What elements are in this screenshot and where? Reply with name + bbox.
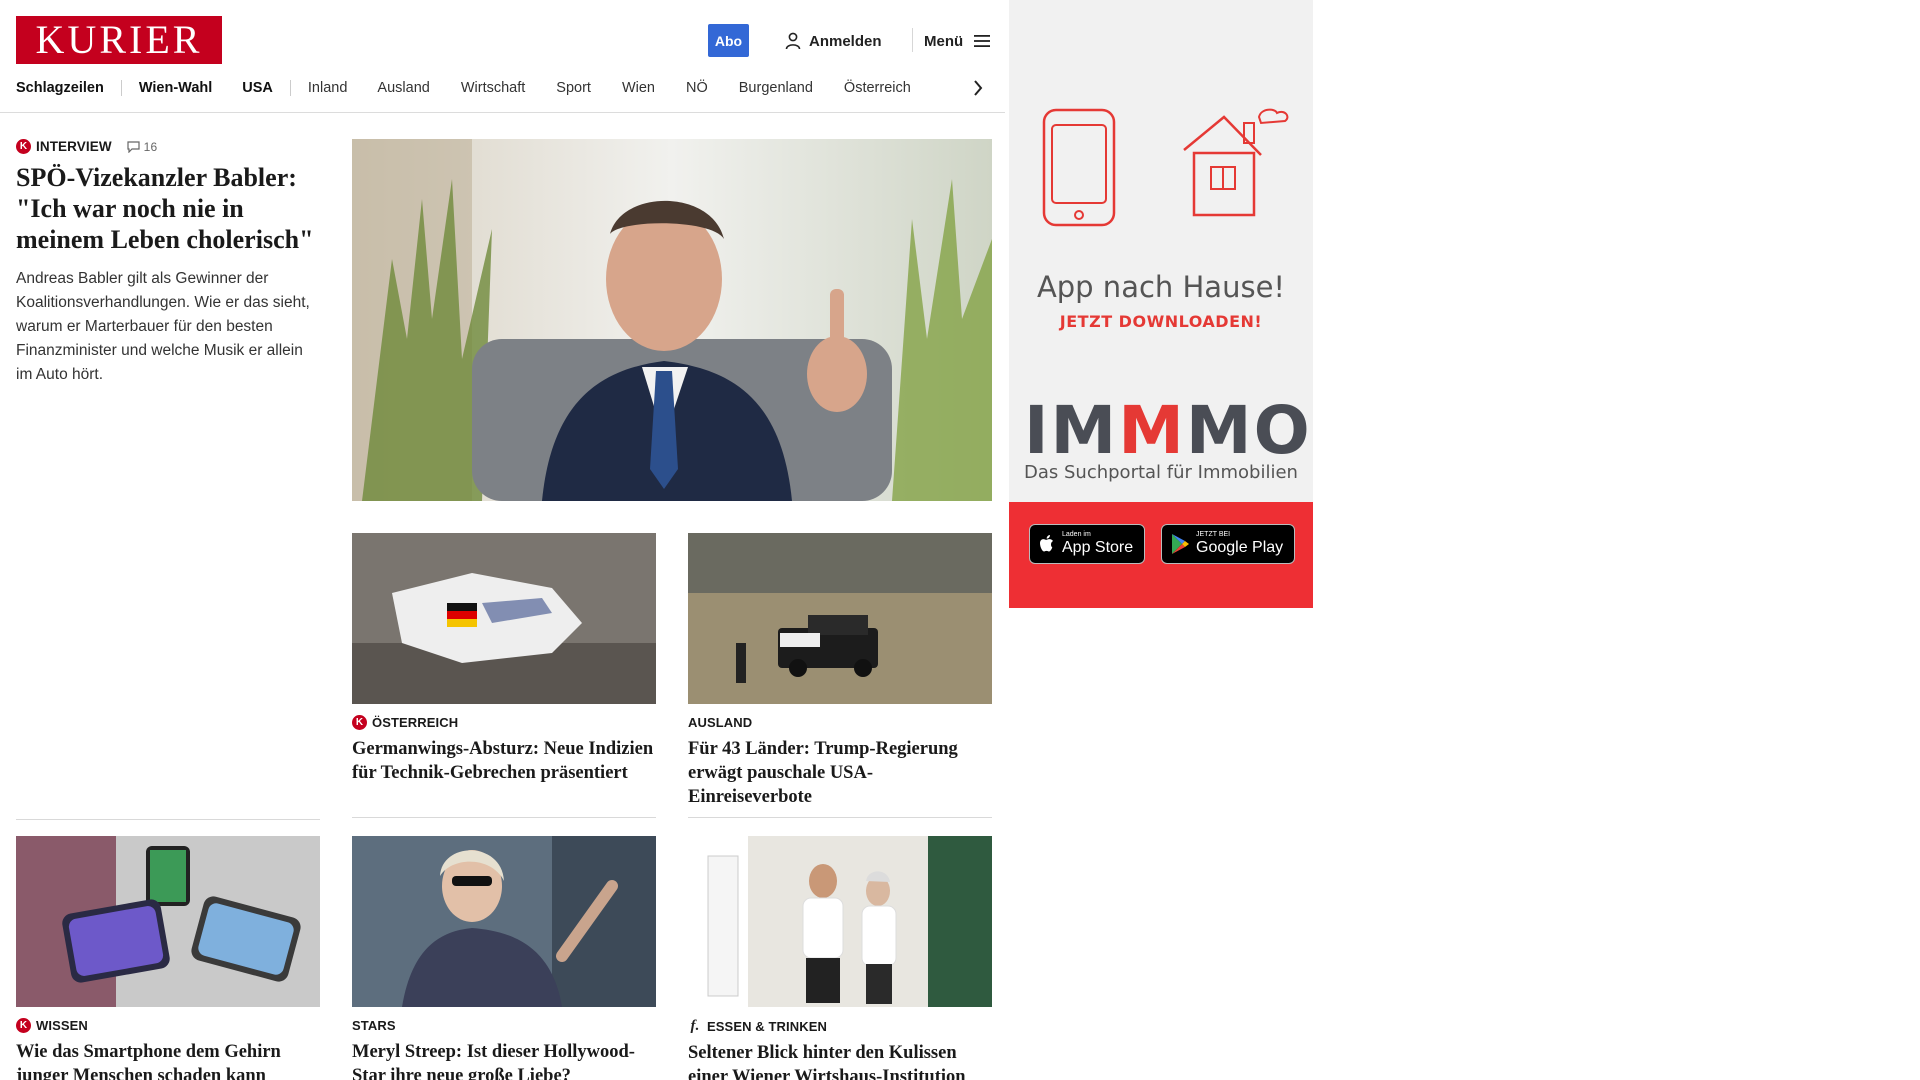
card-kicker-label: WISSEN [36,1018,88,1033]
menu-label: Menü [924,32,964,50]
article-image[interactable] [688,836,992,1007]
login-button[interactable]: Anmelden [785,30,882,52]
article-card[interactable]: K WISSEN Wie das Smartphone dem Gehirn j… [16,819,320,1080]
main-column: KURIER Abo Anmelden Menü Schlagzeilen Wi… [0,0,1005,1080]
card-headline[interactable]: Seltener Blick hinter den Kulissen einer… [688,1041,992,1080]
card-kicker: K ÖSTERREICH [352,715,656,730]
logo-part: MO [1185,392,1312,469]
lead-kicker-label: INTERVIEW [36,139,112,154]
nav-item-wien-wahl[interactable]: Wien-Wahl [139,80,212,96]
article-card[interactable]: AUSLAND Für 43 Länder: Trump-Regierung e… [688,533,992,818]
google-play-label: Google Play [1196,539,1284,556]
nav-divider [120,80,122,96]
card-kicker: f. ESSEN & TRINKEN [688,1018,992,1034]
nav-item-wien[interactable]: Wien [622,80,655,96]
phone-house-illustration [1042,108,1289,227]
ad-subtitle[interactable]: JETZT DOWNLOADEN! [1009,312,1313,331]
section-nav: Schlagzeilen Wien-Wahl USA Inland Auslan… [16,77,911,99]
comment-count-value: 16 [143,139,158,154]
card-kicker: K WISSEN [16,1018,320,1033]
login-label: Anmelden [809,32,882,50]
abo-button[interactable]: Abo [708,24,749,57]
immmo-ad[interactable]: App nach Hause! JETZT DOWNLOADEN! IMMMO … [1009,0,1313,608]
genuss-icon: f. [690,1017,700,1034]
card-headline[interactable]: Meryl Streep: Ist dieser Hollywood-Star … [352,1040,656,1080]
kurier-plus-icon: K [352,715,367,730]
card-divider [352,817,656,818]
lead-kicker: K INTERVIEW 16 [16,139,322,154]
speech-bubble-icon [127,140,140,153]
card-divider [688,817,992,818]
card-kicker-label: STARS [352,1018,396,1033]
card-kicker: STARS [352,1018,656,1033]
logo-part: IM [1024,392,1119,469]
lead-headline[interactable]: SPÖ-Vizekanzler Babler: "Ich war noch ni… [16,162,322,255]
ad-tagline: Das Suchportal für Immobilien [1024,462,1298,483]
article-card[interactable]: STARS Meryl Streep: Ist dieser Hollywood… [352,836,656,1080]
nav-item-inland[interactable]: Inland [308,80,348,96]
nav-item-usa[interactable]: USA [242,80,273,96]
hamburger-icon [973,34,991,48]
lead-image[interactable] [352,139,992,501]
article-image[interactable] [688,533,992,704]
card-kicker-label: ÖSTERREICH [372,715,459,730]
card-headline[interactable]: Für 43 Länder: Trump-Regierung erwägt pa… [688,737,992,809]
kurier-logo[interactable]: KURIER [16,16,222,64]
header-divider [912,28,913,52]
app-store-label: App Store [1062,539,1134,556]
card-headline[interactable]: Germanwings-Absturz: Neue Indizien für T… [352,737,656,785]
card-kicker-label: AUSLAND [688,715,753,730]
comment-count[interactable]: 16 [127,140,158,154]
app-store-small: Laden im [1062,531,1091,538]
nav-item-wirtschaft[interactable]: Wirtschaft [461,80,525,96]
nav-item-sport[interactable]: Sport [556,80,591,96]
nav-divider [289,80,291,96]
ad-title: App nach Hause! [1036,270,1286,304]
card-divider [16,819,320,820]
nav-item-oesterreich[interactable]: Österreich [844,80,911,96]
google-play-icon [1172,534,1189,554]
apple-icon [1040,535,1053,552]
kurier-plus-icon: K [16,1018,31,1033]
card-headline[interactable]: Wie das Smartphone dem Gehirn junger Men… [16,1040,320,1080]
kurier-plus-icon: K [16,139,31,154]
lead-teaser: Andreas Babler gilt als Gewinner der Koa… [16,270,310,383]
user-icon [785,32,801,50]
app-store-badge[interactable]: Laden im App Store [1029,524,1145,564]
site-header: KURIER Abo Anmelden Menü Schlagzeilen Wi… [0,0,1005,113]
article-image[interactable] [352,836,656,1007]
article-card[interactable]: f. ESSEN & TRINKEN Seltener Blick hinter… [688,836,992,1080]
google-play-small: JETZT BEI [1196,531,1231,538]
nav-item-burgenland[interactable]: Burgenland [739,80,813,96]
lead-article[interactable]: K INTERVIEW 16 SPÖ-Vizekanzler Babler: "… [16,139,322,387]
card-kicker: AUSLAND [688,715,992,730]
google-play-badge[interactable]: JETZT BEI Google Play [1161,524,1295,564]
logo-part-accent: M [1118,392,1186,469]
article-card[interactable]: K ÖSTERREICH Germanwings-Absturz: Neue I… [352,533,656,818]
nav-item-ausland[interactable]: Ausland [377,80,429,96]
nav-item-noe[interactable]: NÖ [686,80,708,96]
menu-button[interactable]: Menü [924,30,991,52]
nav-item-schlagzeilen[interactable]: Schlagzeilen [16,80,104,96]
card-kicker-label: ESSEN & TRINKEN [707,1018,827,1034]
article-image[interactable] [16,836,320,1007]
chevron-right-icon[interactable] [971,78,985,98]
article-image[interactable] [352,533,656,704]
